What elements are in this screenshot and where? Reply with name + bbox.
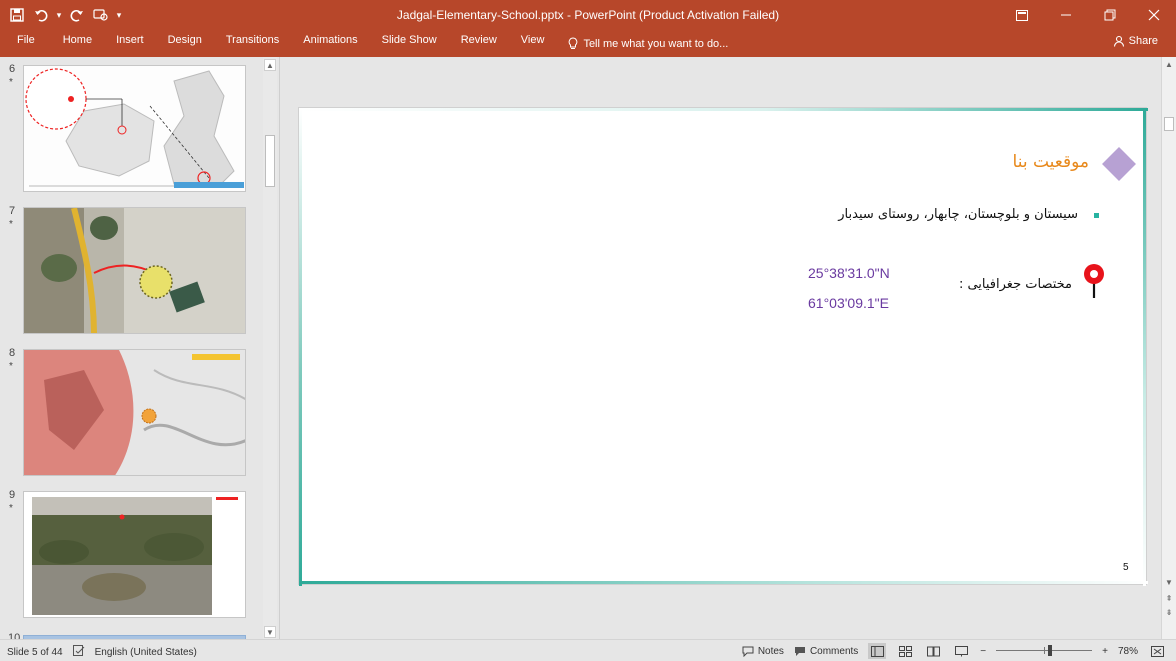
undo-dropdown-icon[interactable]: ▾ [54,3,64,27]
title-bar: ▾ ▾ Jadgal-Elementary-School.pptx - Powe… [0,0,1176,30]
tab-transitions[interactable]: Transitions [214,30,291,57]
quick-access-toolbar: ▾ ▾ [6,0,124,30]
thumbnail-scrollbar[interactable]: ▲ ▼ [263,57,277,639]
scroll-down-icon[interactable]: ▼ [1163,577,1175,589]
share-button[interactable]: Share [1113,30,1158,52]
slide-thumbnail-6[interactable]: 6 * [0,59,262,192]
reading-view-icon[interactable] [924,643,942,659]
tab-view[interactable]: View [509,30,557,57]
scroll-up-icon[interactable]: ▲ [1163,59,1175,71]
current-slide[interactable]: موقعیت بنا سیستان و بلوچستان، چابهار، رو… [298,107,1148,586]
scroll-thumb[interactable] [265,135,275,187]
slide-editor: موقعیت بنا سیستان و بلوچستان، چابهار، رو… [281,57,1161,639]
redo-icon[interactable] [66,3,88,27]
tell-me-text: Tell me what you want to do... [583,37,729,50]
scroll-up-icon[interactable]: ▲ [264,59,276,71]
undo-icon[interactable] [30,3,52,27]
tell-me-box[interactable]: Tell me what you want to do... [556,30,728,57]
tab-animations[interactable]: Animations [291,30,369,57]
comment-icon [794,646,805,656]
window-controls [1000,0,1176,30]
ribbon-display-options-icon[interactable] [1000,0,1044,30]
tab-slide-show[interactable]: Slide Show [370,30,449,57]
minimize-icon[interactable] [1044,0,1088,30]
close-icon[interactable] [1132,0,1176,30]
slide-sorter-icon[interactable] [896,643,914,659]
slide-number-label: 7 [9,205,16,217]
fit-slide-icon[interactable] [1148,643,1166,659]
bullet-square-icon [1094,213,1099,218]
slide-frame-border [1143,108,1146,586]
thumbnail-terrain [23,349,246,476]
zoom-in-icon[interactable]: + [1102,646,1108,657]
slide-number-label: 6 [9,63,16,75]
slide-frame-border [299,108,1148,111]
slide-number-label: 8 [9,347,16,359]
slide-show-icon[interactable] [952,643,970,659]
animation-star-icon: * [9,503,13,514]
language-indicator[interactable]: English (United States) [95,647,197,658]
animation-star-icon: * [9,77,13,88]
thumbnail-satellite [23,207,246,334]
tab-home[interactable]: Home [51,30,104,57]
editor-scrollbar[interactable]: ▲ ▼ ⇞ ⇟ [1161,57,1176,639]
ribbon-tabs: File Home Insert Design Transitions Anim… [0,30,1176,57]
share-label: Share [1128,35,1158,47]
notes-label: Notes [757,645,784,657]
scroll-down-icon[interactable]: ▼ [264,626,276,638]
latitude-text[interactable]: 25°38'31.0"N [808,265,890,281]
slide-thumbnail-8[interactable]: 8 * [0,343,262,476]
animation-star-icon: * [9,219,13,230]
tab-design[interactable]: Design [156,30,214,57]
slide-thumbnail-pane: 6 * 7 * 8 * 9 * 10 ▲ ▼ [0,57,280,639]
person-icon [1113,35,1124,47]
lightbulb-icon [569,37,578,49]
slide-bullet-text[interactable]: سیستان و بلوچستان، چابهار، روستای سیدبار [838,207,1078,222]
restore-icon[interactable] [1088,0,1132,30]
zoom-center-tick [1044,647,1046,654]
normal-view-icon[interactable] [868,643,887,659]
scroll-thumb[interactable] [1164,117,1174,131]
thumbnail-map [23,65,246,192]
notes-icon [742,646,754,657]
comments-button[interactable]: Comments [794,646,858,657]
save-icon[interactable] [6,3,28,27]
slide-thumbnail-7[interactable]: 7 * [0,201,262,334]
slide-frame-border [299,581,1148,584]
tab-insert[interactable]: Insert [104,30,156,57]
animation-star-icon: * [9,361,13,372]
slide-counter[interactable]: Slide 5 of 44 [7,647,63,658]
tab-file[interactable]: File [0,30,51,57]
slide-number-label: 10 [8,632,21,639]
zoom-level[interactable]: 78% [1118,646,1138,657]
status-bar: Slide 5 of 44 English (United States) No… [0,639,1176,661]
zoom-slider[interactable] [996,644,1093,658]
slide-thumbnail-9[interactable]: 9 * [0,485,262,618]
next-slide-icon[interactable]: ⇟ [1163,607,1175,619]
diamond-icon [1102,147,1136,181]
customize-qat-icon[interactable]: ▾ [114,3,124,27]
touch-mode-icon[interactable] [90,3,112,27]
geo-coordinates-label[interactable]: مختصات جغرافیایی : [959,277,1072,292]
location-pin-icon [1084,264,1104,298]
slide-number-label: 9 [9,489,16,501]
notes-button[interactable]: Notes [742,646,784,657]
zoom-knob[interactable] [1048,645,1053,656]
zoom-out-icon[interactable]: − [980,646,986,657]
longitude-text[interactable]: 61°03'09.1"E [808,295,889,311]
slide-title[interactable]: موقعیت بنا [1013,152,1089,172]
comments-label: Comments [809,645,859,657]
previous-slide-icon[interactable]: ⇞ [1163,593,1175,605]
slide-number: 5 [1123,562,1129,573]
thumbnail-aerial-photo [23,491,246,618]
slide-frame-border [299,108,302,586]
spelling-check-icon[interactable] [72,645,85,659]
tab-review[interactable]: Review [449,30,509,57]
